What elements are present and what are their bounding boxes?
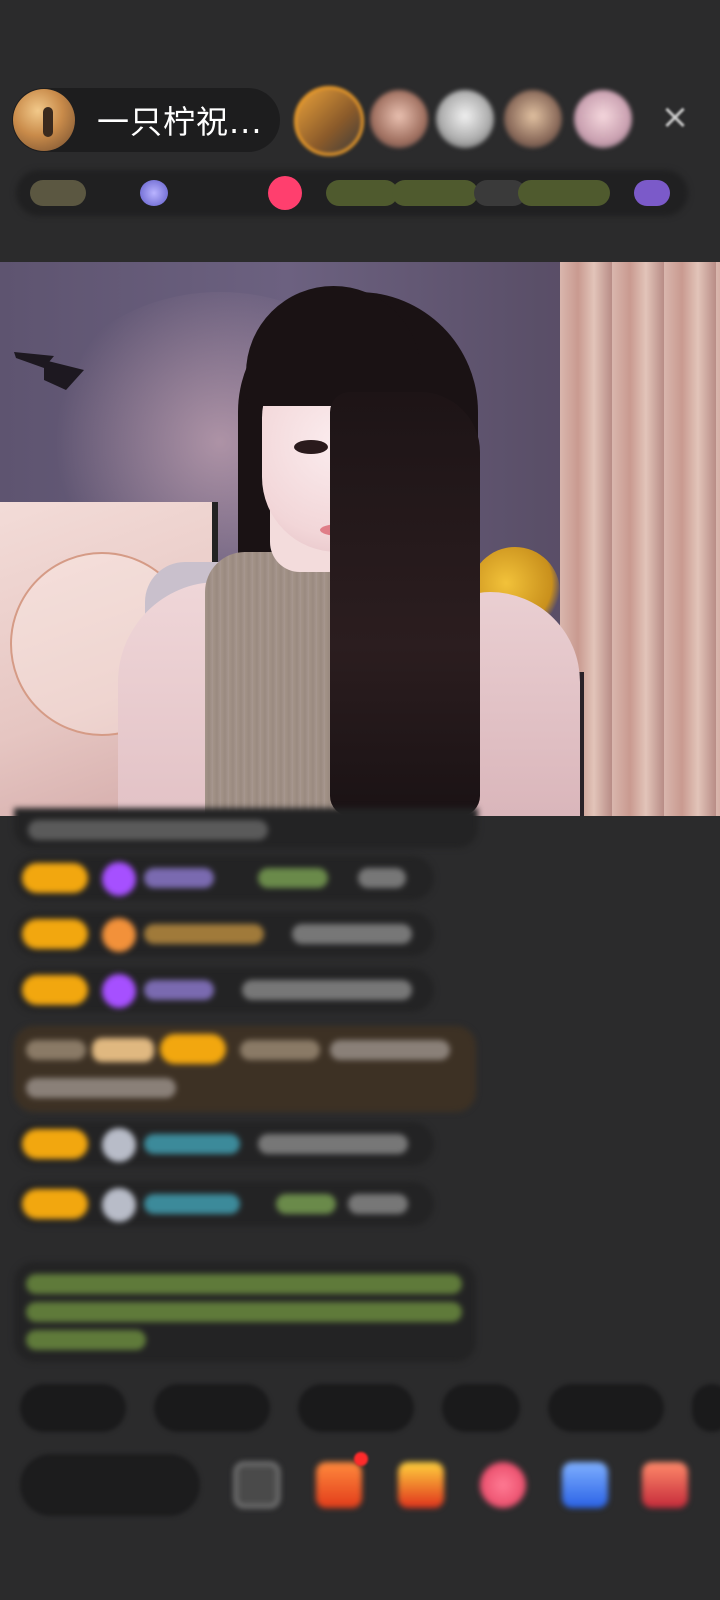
diamond-level-icon (102, 974, 136, 1008)
quick-reply-chip-5[interactable] (548, 1384, 664, 1432)
rank-badge[interactable] (30, 180, 86, 206)
hourly-rank-chip[interactable] (326, 180, 398, 206)
chat-message[interactable] (14, 856, 434, 900)
activity-badge-icon[interactable] (634, 180, 670, 206)
game-controller-icon[interactable] (562, 1462, 608, 1508)
chat-message[interactable] (14, 1122, 434, 1166)
gift-box-icon[interactable] (642, 1462, 688, 1508)
streamer-eye-left (294, 440, 328, 454)
area-rank-chip[interactable] (392, 180, 478, 206)
score-value (174, 180, 270, 206)
quick-reply-chip-2[interactable] (154, 1384, 270, 1432)
curtain (560, 262, 720, 816)
top-viewer-avatar-5[interactable] (574, 90, 632, 148)
like-heart-icon[interactable] (480, 1462, 526, 1508)
notification-dot (354, 1452, 368, 1466)
chat-message[interactable] (14, 968, 434, 1012)
more-grid-icon[interactable] (234, 1462, 280, 1508)
host-name: 一只柠祝... (97, 103, 263, 141)
rank-value (82, 180, 136, 206)
follow-heart-button[interactable] (268, 176, 302, 210)
streamer-hair-strand (330, 392, 480, 816)
gift-icon[interactable] (398, 1462, 444, 1508)
level-badge-icon (102, 1128, 136, 1162)
category-rank-chip[interactable] (518, 180, 610, 206)
close-icon[interactable]: × (658, 100, 692, 134)
host-avatar[interactable] (13, 89, 75, 151)
chat-message[interactable] (14, 808, 478, 848)
system-notice-message (14, 1262, 476, 1362)
shopping-bag-icon[interactable] (316, 1462, 362, 1508)
quick-reply-chip-1[interactable] (20, 1384, 126, 1432)
comment-input[interactable] (20, 1454, 200, 1516)
chat-message[interactable] (14, 1182, 434, 1226)
top-viewer-avatar-4[interactable] (504, 90, 562, 148)
top-viewer-avatar-1[interactable] (294, 86, 364, 156)
quick-reply-chip-6[interactable] (692, 1384, 720, 1432)
quick-reply-chip-3[interactable] (298, 1384, 414, 1432)
top-viewer-avatar-3[interactable] (436, 90, 494, 148)
wall-lamp (14, 352, 84, 390)
chevron-right-icon[interactable] (600, 180, 628, 206)
level-badge-icon (102, 918, 136, 952)
quick-reply-chip-4[interactable] (442, 1384, 520, 1432)
level-badge-icon (102, 1188, 136, 1222)
chat-message[interactable] (14, 912, 434, 956)
top-viewer-avatar-2[interactable] (370, 90, 428, 148)
live-video-view[interactable] (0, 262, 720, 816)
chat-message-highlight[interactable] (14, 1026, 476, 1112)
host-info-pill[interactable]: 一只柠祝... (12, 88, 280, 152)
diamond-level-icon (102, 862, 136, 896)
globe-icon (140, 180, 168, 206)
